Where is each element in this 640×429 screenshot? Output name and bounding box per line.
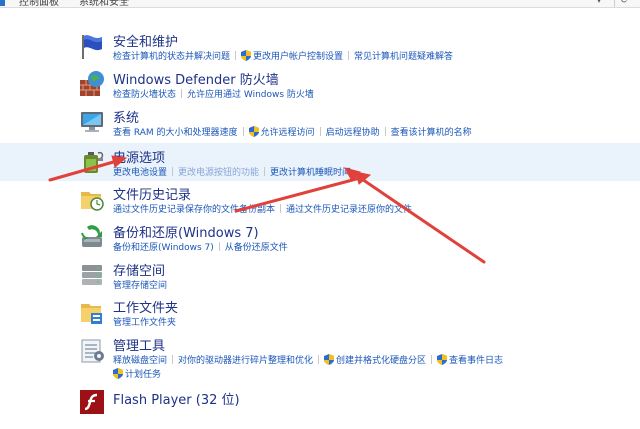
link-create-partition[interactable]: 创建并格式化硬盘分区 bbox=[336, 356, 426, 366]
link-event-log[interactable]: 查看事件日志 bbox=[449, 356, 503, 366]
section-title[interactable]: 备份和还原(Windows 7) bbox=[113, 222, 259, 241]
divider bbox=[348, 51, 350, 60]
shield-icon bbox=[324, 354, 335, 365]
divider bbox=[318, 355, 320, 364]
divider bbox=[172, 167, 174, 176]
link-backup-restore-w7[interactable]: 备份和还原(Windows 7) bbox=[113, 243, 214, 253]
link-remote-access[interactable]: 允许远程访问 bbox=[261, 128, 315, 138]
breadcrumb-separator-icon: › bbox=[9, 0, 13, 4]
backup-icon bbox=[81, 225, 102, 247]
shield-icon bbox=[248, 126, 259, 137]
section-links: 释放磁盘空间 对你的驱动器进行碎片整理和优化 创建并格式化硬盘分区 查看事件日志 bbox=[113, 353, 503, 366]
link-remote-assist[interactable]: 启动远程协助 bbox=[326, 128, 380, 138]
work-folder-icon bbox=[81, 304, 102, 324]
link-firewall-status[interactable]: 检查防火墙状态 bbox=[113, 90, 176, 100]
divider bbox=[172, 355, 174, 364]
section-title[interactable]: Windows Defender 防火墙 bbox=[113, 69, 279, 88]
computer-icon bbox=[81, 112, 103, 132]
link-power-button[interactable]: 更改电源按钮的功能 bbox=[178, 168, 259, 178]
section-title[interactable]: 工作文件夹 bbox=[113, 297, 178, 316]
section-links: 检查防火墙状态 允许应用通过 Windows 防火墙 bbox=[113, 87, 314, 100]
link-restore-files[interactable]: 通过文件历史记录还原你的文件 bbox=[286, 205, 412, 215]
chevron-down-icon[interactable]: ▾ bbox=[594, 0, 604, 6]
shield-icon bbox=[241, 50, 252, 61]
link-computer-name[interactable]: 查看该计算机的名称 bbox=[391, 128, 472, 138]
divider bbox=[235, 51, 237, 60]
section-title[interactable]: 系统 bbox=[113, 107, 139, 126]
link-free-disk-space[interactable]: 释放磁盘空间 bbox=[113, 356, 167, 366]
firewall-icon bbox=[80, 71, 104, 96]
divider bbox=[384, 127, 386, 136]
breadcrumb-separator-icon: › bbox=[68, 0, 72, 4]
divider bbox=[181, 89, 183, 98]
link-restore-from-backup[interactable]: 从备份还原文件 bbox=[225, 243, 288, 253]
divider bbox=[280, 204, 282, 213]
section-links: 通过文件历史记录保存你的文件备份副本 通过文件历史记录还原你的文件 bbox=[113, 202, 412, 215]
link-manage-storage[interactable]: 管理存储空间 bbox=[113, 281, 167, 291]
link-backup-copies[interactable]: 通过文件历史记录保存你的文件备份副本 bbox=[113, 205, 275, 215]
section-links: 管理存储空间 bbox=[113, 278, 167, 291]
link-troubleshoot[interactable]: 常见计算机问题疑难解答 bbox=[354, 52, 453, 62]
section-file-history: 文件历史记录 通过文件历史记录保存你的文件备份副本 通过文件历史记录还原你的文件 bbox=[0, 183, 640, 217]
section-firewall: Windows Defender 防火墙 检查防火墙状态 允许应用通过 Windo… bbox=[0, 68, 640, 102]
link-allow-app[interactable]: 允许应用通过 Windows 防火墙 bbox=[187, 90, 314, 100]
section-title[interactable]: 电源选项 bbox=[113, 147, 165, 166]
section-flash-player: Flash Player (32 位) bbox=[0, 386, 640, 420]
section-links: 查看 RAM 的大小和处理器速度 允许远程访问 启动远程协助 查看该计算机的名称 bbox=[113, 125, 472, 138]
divider bbox=[431, 355, 433, 364]
section-title[interactable]: 管理工具 bbox=[113, 335, 165, 354]
section-power-options: 电源选项 更改电池设置 更改电源按钮的功能 更改计算机睡眠时间 bbox=[0, 143, 640, 181]
section-security-maintenance: 安全和维护 检查计算机的状态并解决问题 更改用户帐户控制设置 常见计算机问题疑难解答 bbox=[0, 30, 640, 64]
divider bbox=[242, 127, 244, 136]
address-bar[interactable]: › 控制面板 › 系统和安全 ▾ ⟳ bbox=[0, 0, 640, 8]
link-ram-cpu[interactable]: 查看 RAM 的大小和处理器速度 bbox=[113, 128, 238, 138]
section-storage-spaces: 存储空间 管理存储空间 bbox=[0, 259, 640, 293]
section-system: 系统 查看 RAM 的大小和处理器速度 允许远程访问 启动远程协助 查看该计算机的名称 bbox=[0, 106, 640, 140]
divider bbox=[218, 242, 220, 251]
flash-player-icon bbox=[80, 390, 104, 414]
power-battery-icon bbox=[84, 151, 104, 173]
section-links: 检查计算机的状态并解决问题 更改用户帐户控制设置 常见计算机问题疑难解答 bbox=[113, 49, 453, 62]
link-uac-settings[interactable]: 更改用户帐户控制设置 bbox=[253, 52, 343, 62]
admin-tools-icon bbox=[81, 339, 104, 363]
shield-icon bbox=[113, 368, 123, 379]
section-title[interactable]: 文件历史记录 bbox=[113, 184, 191, 203]
section-title[interactable]: 存储空间 bbox=[113, 260, 165, 279]
storage-icon bbox=[82, 265, 102, 285]
link-battery-settings[interactable]: 更改电池设置 bbox=[113, 168, 167, 178]
link-manage-work-folders[interactable]: 管理工作文件夹 bbox=[113, 318, 176, 328]
folder-clock-icon bbox=[81, 192, 104, 211]
link-defrag[interactable]: 对你的驱动器进行碎片整理和优化 bbox=[178, 356, 313, 366]
section-title[interactable]: Flash Player (32 位) bbox=[113, 389, 240, 408]
divider bbox=[264, 167, 266, 176]
section-links: 管理工作文件夹 bbox=[113, 315, 176, 328]
breadcrumb-control-panel[interactable]: 控制面板 bbox=[19, 0, 59, 7]
section-backup-restore: 备份和还原(Windows 7) 备份和还原(Windows 7) 从备份还原文件 bbox=[0, 221, 640, 255]
location-icon bbox=[0, 0, 5, 6]
section-admin-tools: 管理工具 释放磁盘空间 对你的驱动器进行碎片整理和优化 创建并格式化硬盘分区 查看事件… bbox=[0, 334, 640, 382]
section-links-row2: 计划任务 bbox=[113, 367, 161, 380]
link-check-status[interactable]: 检查计算机的状态并解决问题 bbox=[113, 52, 230, 62]
shield-icon bbox=[437, 354, 448, 365]
divider bbox=[319, 127, 321, 136]
flag-icon bbox=[82, 35, 102, 59]
link-sleep-time[interactable]: 更改计算机睡眠时间 bbox=[270, 168, 351, 178]
section-links: 更改电池设置 更改电源按钮的功能 更改计算机睡眠时间 bbox=[113, 165, 351, 178]
section-title[interactable]: 安全和维护 bbox=[113, 31, 178, 50]
breadcrumb-system-security[interactable]: 系统和安全 bbox=[79, 0, 129, 7]
section-links: 备份和还原(Windows 7) 从备份还原文件 bbox=[113, 240, 288, 253]
section-work-folders: 工作文件夹 管理工作文件夹 bbox=[0, 296, 640, 330]
link-task-scheduler[interactable]: 计划任务 bbox=[125, 370, 161, 380]
refresh-icon[interactable]: ⟳ bbox=[614, 0, 635, 7]
